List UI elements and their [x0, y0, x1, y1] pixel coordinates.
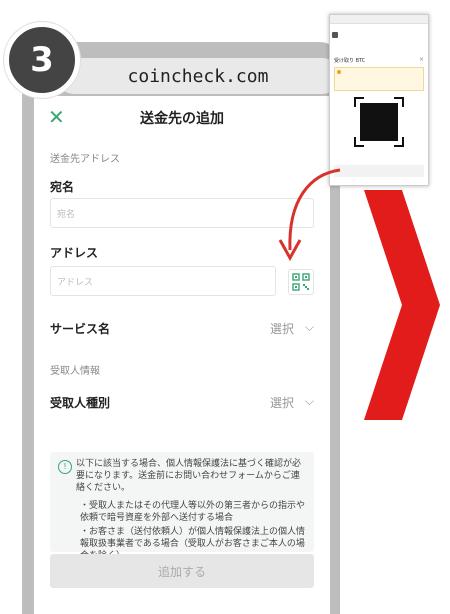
screen-header: ✕ 送金先の追加 [34, 96, 330, 140]
notice-bullet-1: ・受取人またはその代理人等以外の第三者からの指示や依頼で暗号資産を外部へ送付する… [80, 501, 306, 523]
chevron-down-icon: ⌵ [304, 394, 314, 408]
chevron-down-icon: ⌵ [304, 320, 314, 334]
qr-scan-button[interactable] [288, 269, 314, 295]
recipient-type-value: 選択 [269, 396, 294, 410]
page-title: 送金先の追加 [140, 111, 224, 127]
service-label: サービス名 [50, 322, 111, 336]
next-chevron-icon [364, 190, 440, 420]
modal-warning [334, 67, 424, 91]
modal-close-icon[interactable]: × [419, 56, 424, 63]
step-number-badge: 3 [4, 22, 80, 98]
address-label: アドレス [50, 246, 99, 260]
recipient-type-label: 受取人種別 [50, 396, 111, 410]
qr-corner-top-right [394, 97, 404, 107]
recipient-type-select[interactable]: 受取人種別 選択 ⌵ [50, 394, 314, 412]
service-select[interactable]: サービス名 選択 ⌵ [50, 320, 314, 338]
address-input[interactable]: アドレス [50, 266, 276, 296]
section-label-address: 送金先アドレス [50, 154, 120, 165]
info-icon: ! [58, 460, 72, 474]
warning-icon [337, 70, 341, 74]
notice-box: ! 以下に該当する場合、個人情報保護法に基づく確認が必要になります。送金前にお問… [50, 452, 314, 561]
name-label: 宛名 [50, 180, 75, 194]
qr-corner-bottom-right [394, 137, 404, 147]
qr-corner-top-left [354, 97, 364, 107]
qr-scan-icon [292, 273, 310, 291]
modal-topbar [330, 15, 428, 24]
qr-code-redacted [360, 103, 398, 141]
qr-code-image [354, 93, 404, 157]
modal-title: 受け取り BTC [334, 58, 366, 64]
account-icon [332, 32, 338, 38]
url-bar[interactable]: coincheck.com [56, 58, 340, 94]
qr-corner-bottom-left [354, 137, 364, 147]
curved-arrow-icon [278, 168, 341, 262]
section-label-recipient: 受取人情報 [50, 366, 100, 377]
add-button[interactable]: 追加する [50, 554, 314, 588]
notice-text: 以下に該当する場合、個人情報保護法に基づく確認が必要になります。送金前にお問い合… [76, 459, 302, 493]
service-value: 選択 [269, 322, 294, 336]
